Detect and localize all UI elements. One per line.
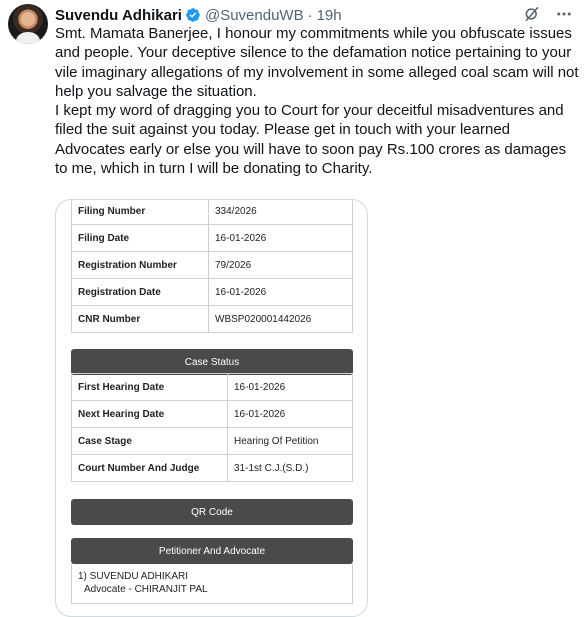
row-label: Registration Date	[71, 278, 209, 306]
table-row: Registration Date 16-01-2026	[71, 278, 353, 306]
petitioner-name: 1) SUVENDU ADHIKARI	[78, 571, 189, 582]
case-status-header: Case Status	[71, 349, 353, 375]
case-status-table: First Hearing Date 16-01-2026 Next Hearin…	[71, 373, 353, 482]
row-label: Registration Number	[71, 251, 209, 279]
author-name[interactable]: Suvendu Adhikari	[55, 7, 182, 24]
tweet-paragraph: I kept my word of dragging you to Court …	[55, 102, 567, 178]
row-label: Filing Date	[71, 224, 209, 252]
advocate-name: Advocate - CHIRANJIT PAL	[84, 584, 208, 595]
tweet-text: Smt. Mamata Banerjee, I honour my commit…	[55, 24, 580, 178]
row-label: Filing Number	[71, 200, 209, 225]
petitioner-header: Petitioner And Advocate	[71, 538, 353, 564]
petitioner-box: 1) SUVENDU ADHIKARI Advocate - CHIRANJIT…	[71, 564, 353, 604]
case-details-table: Filing Number 334/2026 Filing Date 16-01-2…	[71, 200, 353, 333]
tweet-timestamp[interactable]: 19h	[317, 7, 342, 24]
row-label: Next Hearing Date	[71, 400, 228, 428]
row-value: 16-01-2026	[208, 278, 353, 306]
row-value: 16-01-2026	[208, 224, 353, 252]
row-value: Hearing Of Petition	[227, 427, 353, 455]
row-value: 16-01-2026	[227, 373, 353, 401]
row-label: Case Stage	[71, 427, 228, 455]
row-label: Court Number And Judge	[71, 454, 228, 482]
tweet-image[interactable]: Filing Number 334/2026 Filing Date 16-01-2…	[55, 199, 368, 617]
table-row: CNR Number WBSP020001442026	[71, 305, 353, 333]
more-icon[interactable]	[555, 5, 573, 23]
table-row: Case Stage Hearing Of Petition	[71, 427, 353, 455]
table-row: Filing Date 16-01-2026	[71, 224, 353, 252]
separator-dot: ·	[307, 6, 313, 24]
verified-badge-icon	[186, 8, 200, 22]
row-label: First Hearing Date	[71, 373, 228, 401]
row-label: CNR Number	[71, 305, 209, 333]
table-row: Court Number And Judge 31-1st C.J.(S.D.)	[71, 454, 353, 482]
grok-icon[interactable]	[523, 5, 541, 23]
table-row: First Hearing Date 16-01-2026	[71, 373, 353, 401]
table-row: Next Hearing Date 16-01-2026	[71, 400, 353, 428]
header-actions	[523, 5, 573, 23]
table-row: Registration Number 79/2026	[71, 251, 353, 279]
author-handle[interactable]: @SuvenduWB	[205, 7, 304, 24]
tweet-header: Suvendu Adhikari @SuvenduWB · 19h	[55, 5, 573, 25]
avatar[interactable]	[8, 4, 48, 44]
tweet-paragraph: Smt. Mamata Banerjee, I honour my commit…	[55, 25, 579, 100]
row-value: 334/2026	[208, 200, 353, 225]
row-value: 16-01-2026	[227, 400, 353, 428]
row-value: WBSP020001442026	[208, 305, 353, 333]
row-value: 31-1st C.J.(S.D.)	[227, 454, 353, 482]
qr-code-button[interactable]: QR Code	[71, 499, 353, 525]
row-value: 79/2026	[208, 251, 353, 279]
table-row: Filing Number 334/2026	[71, 200, 353, 225]
